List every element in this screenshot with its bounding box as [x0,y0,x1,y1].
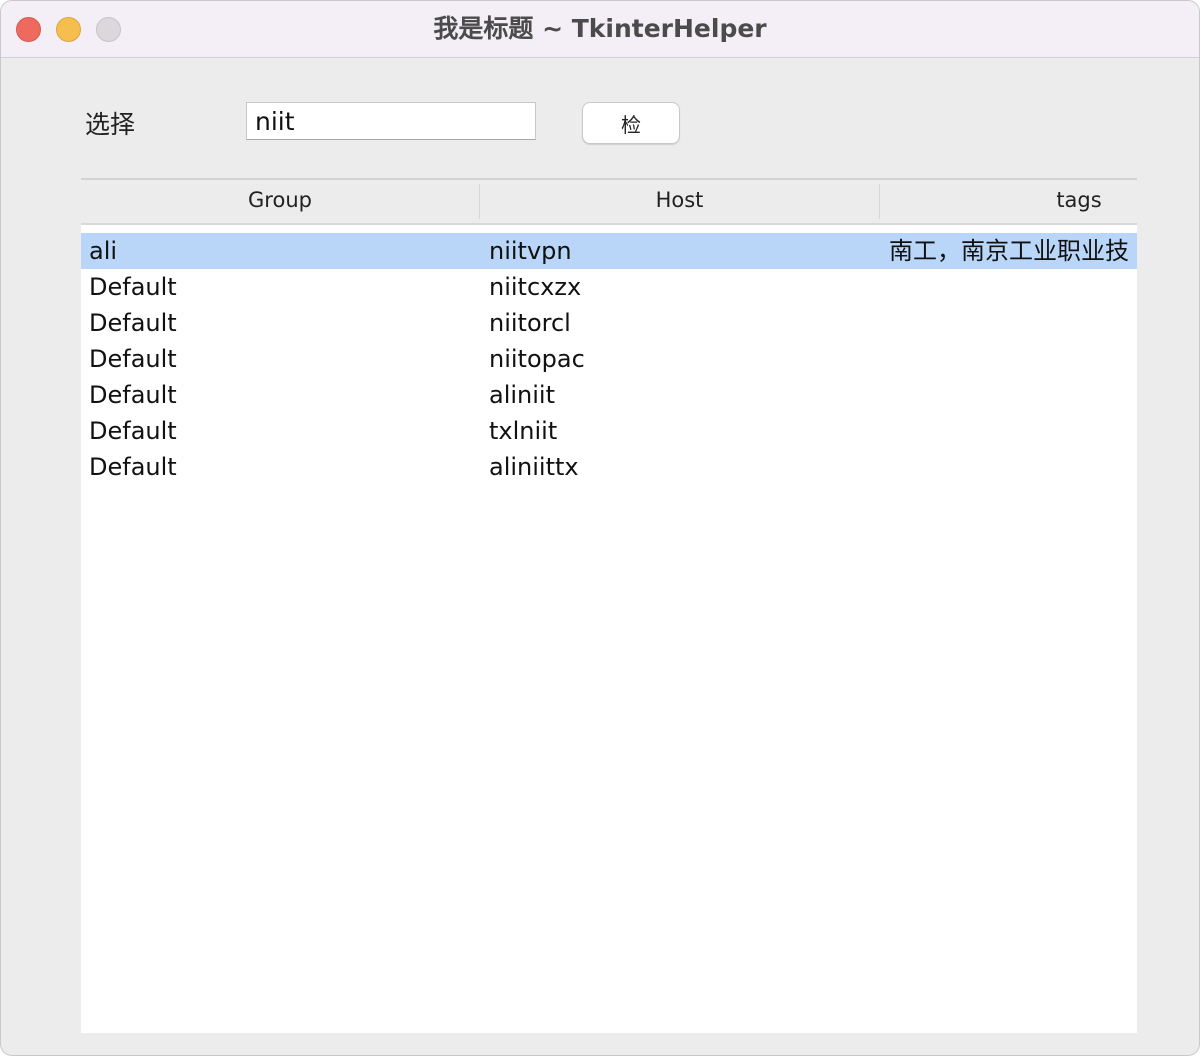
cell-group: Default [89,453,177,481]
search-button[interactable]: 检 [582,102,680,144]
cell-group: ali [89,237,118,265]
table-row[interactable]: Default txlniit [81,413,1137,449]
cell-group: Default [89,381,177,409]
cell-tags: 南工，南京工业职业技 [889,237,1129,265]
table-header: Group Host tags [81,178,1137,225]
cell-tags [889,449,1137,485]
cell-host: aliniit [489,381,555,409]
table-row[interactable]: Default niitopac [81,341,1137,377]
search-input[interactable] [246,102,536,140]
cell-tags [889,341,1137,377]
cell-group: Default [89,273,177,301]
cell-tags [889,305,1137,341]
table-row[interactable]: Default aliniittx [81,449,1137,485]
cell-group: Default [89,309,177,337]
app-window: 我是标题 ~ TkinterHelper 选择 检 Group Host tag… [0,0,1200,1056]
cell-group: Default [89,417,177,445]
cell-host: niitvpn [489,237,572,265]
column-header-host[interactable]: Host [480,180,879,223]
cell-host: txlniit [489,417,558,445]
window-title: 我是标题 ~ TkinterHelper [433,14,767,43]
cell-tags [889,413,1137,449]
column-header-group[interactable]: Group [81,180,479,223]
cell-host: aliniittx [489,453,579,481]
column-header-tags[interactable]: tags [880,180,1137,223]
cell-group: Default [89,345,177,373]
table-row[interactable]: Default niitorcl [81,305,1137,341]
cell-host: niitorcl [489,309,571,337]
table-row[interactable]: Default aliniit [81,377,1137,413]
cell-host: niitopac [489,345,585,373]
title-bar[interactable]: 我是标题 ~ TkinterHelper [1,1,1199,58]
cell-host: niitcxzx [489,273,582,301]
table-row[interactable]: ali niitvpn 南工，南京工业职业技 [81,233,1137,269]
host-table[interactable]: Group Host tags ali niitvpn 南工，南京工业职业技 D… [81,178,1137,1033]
table-row[interactable]: Default niitcxzx [81,269,1137,305]
cell-tags [889,377,1137,413]
table-body: ali niitvpn 南工，南京工业职业技 Default niitcxzx … [81,233,1137,485]
select-label: 选择 [85,110,136,139]
cell-tags [889,269,1137,305]
